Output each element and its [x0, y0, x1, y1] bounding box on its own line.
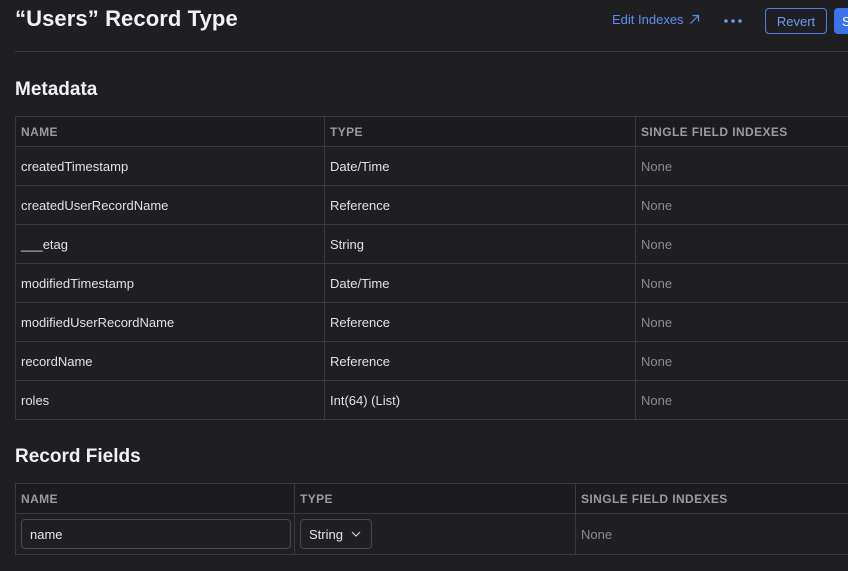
revert-button[interactable]: Revert [765, 8, 827, 34]
more-options-button[interactable] [722, 12, 744, 30]
table-row: createdUserRecordName Reference None [16, 186, 848, 225]
field-indexes-cell: None [641, 314, 673, 330]
field-type-cell: Int(64) (List) [325, 381, 636, 419]
field-type-cell: Date/Time [325, 264, 636, 302]
record-fields-section-title: Record Fields [15, 446, 141, 467]
field-indexes-cell: None [641, 392, 673, 408]
table-row: roles Int(64) (List) None [16, 381, 848, 420]
edit-indexes-link[interactable]: Edit Indexes [612, 12, 700, 27]
field-type-value: String [309, 526, 343, 542]
table-row: modifiedTimestamp Date/Time None [16, 264, 848, 303]
field-type-cell: Reference [325, 342, 636, 380]
header-divider [15, 51, 848, 52]
field-name-cell: createdUserRecordName [16, 186, 325, 224]
field-name-cell: ___etag [16, 225, 325, 263]
metadata-section-title: Metadata [15, 79, 98, 100]
field-type-cell: Reference [325, 186, 636, 224]
record-fields-table: NAME TYPE SINGLE FIELD INDEXES String No… [15, 483, 848, 555]
field-name-input[interactable] [21, 519, 291, 549]
field-type-cell: Date/Time [325, 147, 636, 185]
table-row: modifiedUserRecordName Reference None [16, 303, 848, 342]
column-header-indexes[interactable]: SINGLE FIELD INDEXES [576, 484, 848, 513]
column-header-indexes[interactable]: SINGLE FIELD INDEXES [636, 117, 848, 146]
field-name-cell: modifiedTimestamp [16, 264, 325, 302]
field-type-cell: String [295, 514, 576, 554]
field-name-cell: recordName [16, 342, 325, 380]
table-row: recordName Reference None [16, 342, 848, 381]
record-type-page: “Users” Record Type Edit Indexes Revert … [0, 0, 848, 571]
field-indexes-cell: None [641, 158, 673, 174]
page-title: “Users” Record Type [15, 6, 238, 31]
field-indexes-cell: None [641, 236, 673, 252]
field-type-cell: String [325, 225, 636, 263]
ellipsis-icon [724, 19, 742, 23]
field-type-select[interactable]: String [300, 519, 372, 549]
table-row: ___etag String None [16, 225, 848, 264]
edit-indexes-label: Edit Indexes [612, 12, 684, 27]
field-indexes-cell: None [641, 275, 673, 291]
chevron-down-icon [351, 531, 361, 537]
save-button[interactable]: S [834, 8, 848, 34]
arrow-up-right-icon [689, 14, 699, 24]
field-name-cell: roles [16, 381, 325, 419]
field-indexes-cell: None [641, 197, 673, 213]
column-header-type[interactable]: TYPE [325, 117, 636, 146]
column-header-name[interactable]: NAME [16, 117, 325, 146]
column-header-name[interactable]: NAME [16, 484, 295, 513]
field-name-cell: modifiedUserRecordName [16, 303, 325, 341]
table-row: String None [16, 514, 848, 555]
metadata-table: NAME TYPE SINGLE FIELD INDEXES createdTi… [15, 116, 848, 420]
field-name-cell [16, 514, 295, 554]
metadata-rows: createdTimestamp Date/Time None createdUser… [16, 147, 848, 420]
column-header-type[interactable]: TYPE [295, 484, 576, 513]
field-indexes-cell: None [581, 526, 613, 542]
table-row: createdTimestamp Date/Time None [16, 147, 848, 186]
metadata-table-header: NAME TYPE SINGLE FIELD INDEXES [16, 117, 848, 147]
field-indexes-cell: None [641, 353, 673, 369]
field-name-cell: createdTimestamp [16, 147, 325, 185]
field-type-cell: Reference [325, 303, 636, 341]
record-fields-table-header: NAME TYPE SINGLE FIELD INDEXES [16, 484, 848, 514]
